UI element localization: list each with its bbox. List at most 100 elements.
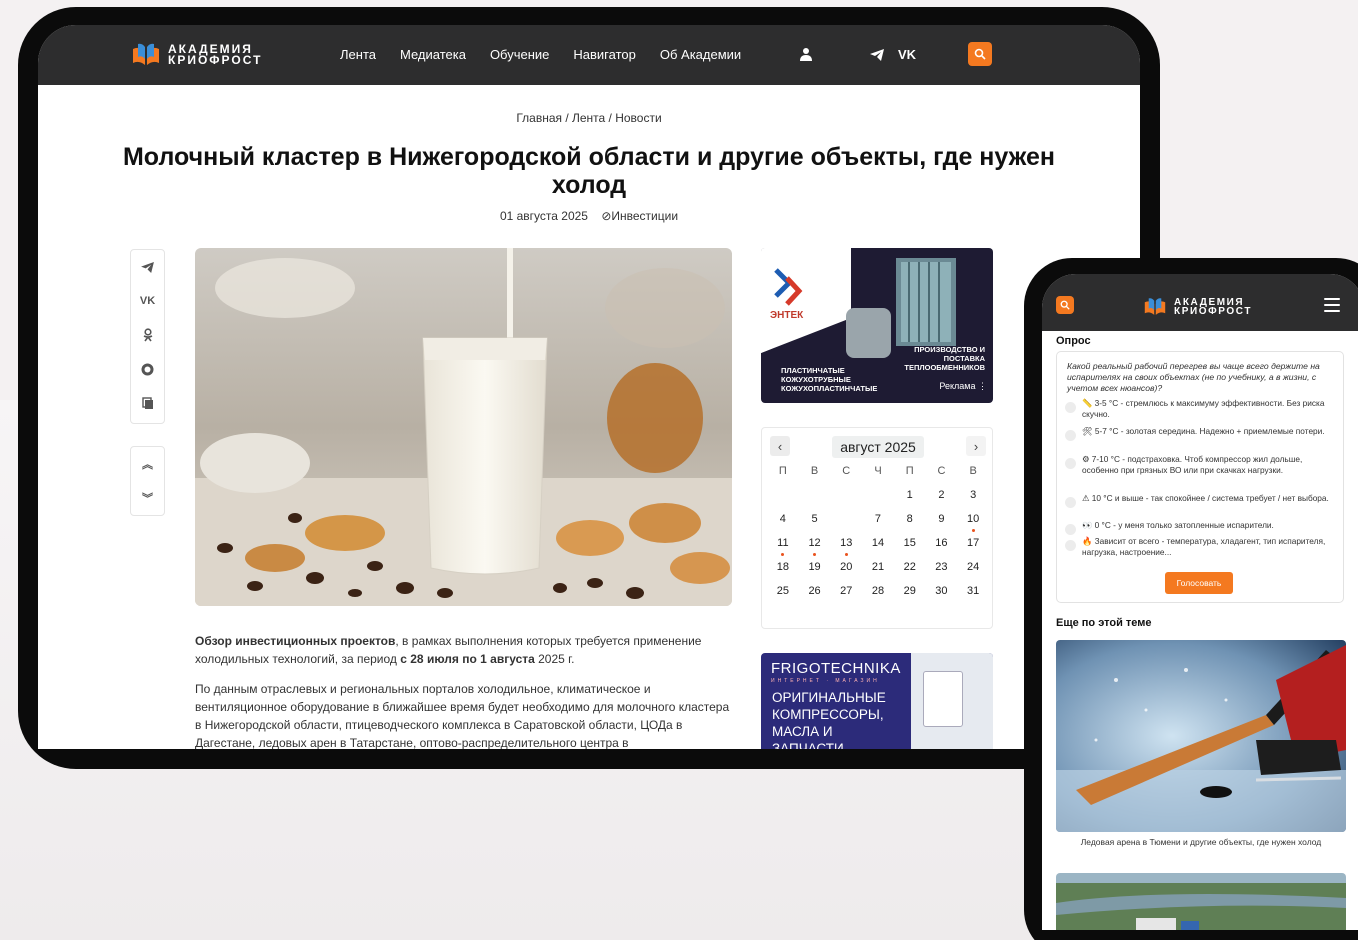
calendar-weekday: С	[842, 465, 851, 477]
calendar-day[interactable]: 8	[894, 509, 926, 529]
ad-banner-frigotechnika[interactable]: FRIGOTECHNIKA ИНТЕРНЕТ · МАГАЗИН ОРИГИНА…	[761, 653, 993, 749]
article-category[interactable]: Инвестиции	[611, 209, 678, 223]
calendar-day[interactable]: 17	[957, 533, 989, 553]
calendar-day[interactable]: 21	[862, 557, 894, 577]
calendar-day[interactable]: 19	[799, 557, 831, 577]
nav-item-about[interactable]: Об Академии	[660, 47, 741, 62]
calendar-day[interactable]: 25	[767, 581, 799, 601]
calendar-empty	[767, 485, 799, 505]
poll-option[interactable]: 👀 0 °C - у меня только затопленные испар…	[1065, 520, 1333, 535]
scroll-down-icon[interactable]: ︾	[131, 481, 164, 515]
calendar-empty	[799, 485, 831, 505]
tablet-frame: АКАДЕМИЯ КРИОФРОСТ Лента Медиатека Обучен…	[18, 7, 1160, 769]
share-whatsapp-icon[interactable]	[131, 352, 164, 386]
telegram-icon[interactable]	[870, 48, 884, 66]
share-ok-icon[interactable]	[131, 318, 164, 352]
calendar-day[interactable]: 10	[957, 509, 989, 532]
poll-option[interactable]: ⚠ 10 °C и выше - так спокойнее / система…	[1065, 493, 1333, 508]
calendar-next-icon[interactable]: ›	[966, 436, 986, 456]
nav-item-media[interactable]: Медиатека	[400, 47, 466, 62]
calendar-weekday: С	[937, 465, 946, 477]
poll-option-label: 🔥 Зависит от всего - температура, хладаг…	[1082, 536, 1326, 557]
calendar-prev-icon[interactable]: ‹	[770, 436, 790, 456]
calendar-day[interactable]: 22	[894, 557, 926, 577]
article-date: 01 августа 2025	[499, 209, 588, 223]
radio-button[interactable]	[1065, 402, 1076, 413]
poll-option[interactable]: ⚙ 7-10 °C - подстраховка. Чтоб компрессо…	[1065, 454, 1333, 476]
user-icon[interactable]	[800, 47, 812, 66]
calendar-day[interactable]: 14	[862, 533, 894, 553]
ad-banner-entek[interactable]: ЭНТЕК ПЛАСТИНЧАТЫЕ КОЖУХОТРУБНЫЕ КОЖУХОП…	[761, 248, 993, 403]
calendar-day[interactable]: 15	[894, 533, 926, 553]
calendar-weekday: П	[905, 465, 914, 477]
calendar-day[interactable]: 20	[830, 557, 862, 577]
share-telegram-icon[interactable]	[131, 250, 164, 284]
calendar-day[interactable]: 6	[830, 509, 862, 529]
nav-item-navigator[interactable]: Навигатор	[573, 47, 635, 62]
calendar-day[interactable]: 1	[894, 485, 926, 505]
article-image-milk	[195, 248, 732, 606]
mobile-search-button[interactable]	[1056, 296, 1074, 314]
calendar-day[interactable]: 4	[767, 509, 799, 529]
calendar-day[interactable]: 23	[926, 557, 958, 577]
poll-option-label: 👀 0 °C - у меня только затопленные испар…	[1082, 520, 1274, 530]
related-image-aerial[interactable]	[1056, 873, 1346, 930]
nav-item-learning[interactable]: Обучение	[490, 47, 549, 62]
calendar-day[interactable]: 11	[767, 533, 799, 556]
calendar-day[interactable]: 2	[926, 485, 958, 505]
calendar-day[interactable]: 26	[799, 581, 831, 601]
scroll-up-icon[interactable]: ︽	[131, 447, 164, 481]
vote-button[interactable]: Голосовать	[1165, 572, 1233, 594]
radio-button[interactable]	[1065, 497, 1076, 508]
radio-button[interactable]	[1065, 540, 1076, 551]
menu-icon[interactable]	[1324, 298, 1340, 316]
related-caption[interactable]: Ледовая арена в Тюмени и другие объекты,…	[1056, 837, 1346, 847]
breadcrumb[interactable]: Главная / Лента / Новости	[38, 111, 1140, 125]
search-button[interactable]	[968, 42, 992, 66]
mobile-logo[interactable]: АКАДЕМИЯ КРИОФРОСТ	[1142, 296, 1252, 318]
poll-heading: Опрос	[1056, 335, 1091, 347]
related-image-hockey[interactable]	[1056, 640, 1346, 832]
poll-option-label: 🛠 5-7 °C - золотая середина. Надежно + п…	[1082, 426, 1325, 436]
calendar-day[interactable]: 28	[862, 581, 894, 601]
ad1-left-text: ПЛАСТИНЧАТЫЕ КОЖУХОТРУБНЫЕ КОЖУХОПЛАСТИН…	[781, 366, 878, 393]
calendar-day[interactable]: 7	[862, 509, 894, 529]
radio-button[interactable]	[1065, 524, 1076, 535]
ad1-label[interactable]: Реклама ⋮	[927, 381, 987, 392]
calendar-weekday: П	[778, 465, 787, 477]
ad2-brand: FRIGOTECHNIKA	[771, 660, 901, 677]
calendar-weekday: В	[810, 465, 819, 477]
nav-item-feed[interactable]: Лента	[340, 47, 376, 62]
site-header: АКАДЕМИЯ КРИОФРОСТ Лента Медиатека Обучен…	[38, 25, 1140, 85]
calendar-day[interactable]: 16	[926, 533, 958, 553]
calendar-day[interactable]: 9	[926, 509, 958, 529]
poll-option[interactable]: 🛠 5-7 °C - золотая середина. Надежно + п…	[1065, 426, 1333, 441]
site-logo[interactable]: АКАДЕМИЯ КРИОФРОСТ	[130, 41, 262, 69]
calendar-day[interactable]: 13	[830, 533, 862, 556]
vk-icon[interactable]: VK	[898, 47, 916, 62]
copy-link-icon[interactable]	[131, 386, 164, 420]
calendar-day[interactable]: 5	[799, 509, 831, 529]
calendar-day[interactable]: 30	[926, 581, 958, 601]
calendar-day[interactable]: 3	[957, 485, 989, 505]
calendar-day[interactable]: 24	[957, 557, 989, 577]
calendar-day[interactable]: 27	[830, 581, 862, 601]
poll-option-label: ⚙ 7-10 °C - подстраховка. Чтоб компрессо…	[1082, 454, 1303, 475]
ad2-text: ОРИГИНАЛЬНЫЕ КОМПРЕССОРЫ, МАСЛА И ЗАПЧАС…	[772, 690, 886, 749]
calendar-weekday: Ч	[874, 465, 882, 477]
radio-button[interactable]	[1065, 458, 1076, 469]
main-nav: Лента Медиатека Обучение Навигатор Об Ак…	[340, 47, 741, 62]
calendar-day[interactable]: 29	[894, 581, 926, 601]
share-vk-icon[interactable]: VK	[131, 284, 164, 318]
poll-option[interactable]: 📏 3-5 °C - стремлюсь к максимуму эффекти…	[1065, 398, 1333, 420]
calendar-day[interactable]: 18	[767, 557, 799, 577]
share-panel: VK	[130, 249, 165, 424]
radio-button[interactable]	[1065, 430, 1076, 441]
calendar-empty	[862, 485, 894, 505]
search-icon	[974, 48, 986, 60]
calendar-day[interactable]: 31	[957, 581, 989, 601]
calendar-day[interactable]: 12	[799, 533, 831, 556]
article-meta: 01 августа 2025 ⊘Инвестиции	[38, 209, 1140, 223]
article-lead: Обзор инвестиционных проектов, в рамках …	[195, 632, 735, 668]
poll-option[interactable]: 🔥 Зависит от всего - температура, хладаг…	[1065, 536, 1333, 558]
